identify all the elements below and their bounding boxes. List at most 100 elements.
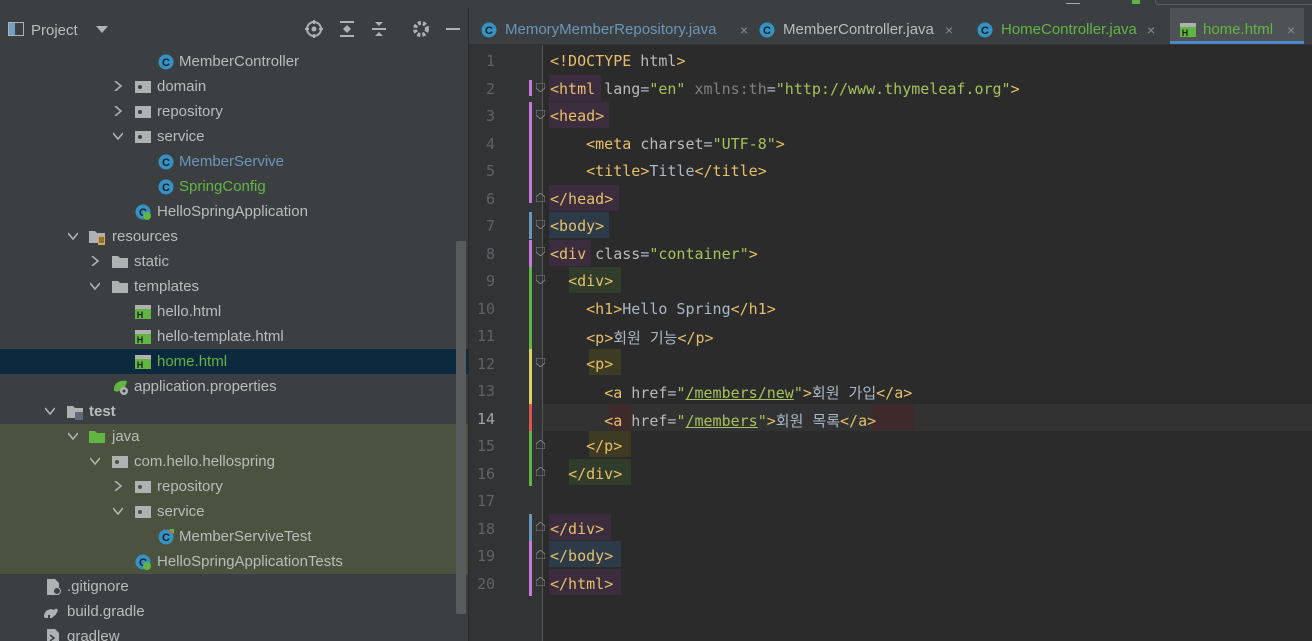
chevron-right-icon[interactable] — [113, 81, 123, 91]
tab-home-controller[interactable]: C HomeController.java × — [977, 8, 1173, 44]
tree-row[interactable]: C MemberController — [0, 49, 468, 74]
tree-row[interactable]: test — [0, 399, 468, 424]
html-scope-bar — [529, 80, 532, 96]
chevron-right-icon[interactable] — [113, 106, 123, 116]
code-line[interactable]: </div> — [550, 520, 604, 538]
fold-icon[interactable] — [536, 110, 545, 119]
tree-row[interactable]: application.properties — [0, 374, 468, 399]
spring-boot-class-icon: C — [135, 204, 151, 220]
code-line[interactable]: <div> — [550, 272, 613, 290]
code-line[interactable]: <body> — [550, 217, 604, 235]
close-icon[interactable]: × — [945, 8, 953, 52]
chevron-right-icon[interactable] — [90, 256, 100, 266]
tab-member-controller[interactable]: C MemberController.java × — [759, 8, 965, 44]
body-scope-bar — [529, 212, 532, 239]
close-icon[interactable]: × — [1147, 8, 1155, 52]
tree-row[interactable]: C MemberServive — [0, 149, 468, 174]
html-file-icon: H — [135, 355, 151, 370]
code-line[interactable]: </head> — [550, 190, 613, 208]
hide-panel-icon[interactable] — [443, 19, 463, 39]
code-line[interactable]: </p> — [550, 437, 622, 455]
code-line[interactable]: <title>Title</title> — [550, 162, 767, 180]
fold-icon[interactable] — [536, 440, 545, 449]
chevron-right-icon[interactable] — [113, 481, 123, 491]
chevron-down-icon[interactable] — [68, 231, 78, 241]
tree-row[interactable]: C MemberServiveTest — [0, 524, 468, 549]
fold-icon[interactable] — [536, 220, 545, 229]
fold-icon[interactable] — [536, 247, 545, 256]
fold-icon[interactable] — [536, 522, 545, 531]
close-icon[interactable]: × — [1287, 8, 1295, 52]
tree-scrollbar[interactable] — [456, 241, 466, 614]
code-line[interactable]: <div class="container"> — [550, 245, 758, 263]
project-panel-title[interactable]: Project — [31, 22, 78, 39]
class-icon: C — [759, 22, 775, 38]
chevron-down-icon[interactable] — [68, 431, 78, 441]
tab-memory-member-repository[interactable]: C MemoryMemberRepository.java × — [481, 8, 751, 44]
locate-file-icon[interactable] — [304, 19, 324, 39]
run-configuration-selector[interactable] — [1155, 0, 1312, 5]
code-line[interactable]: </body> — [550, 547, 613, 565]
tree-row[interactable]: domain — [0, 74, 468, 99]
fold-icon[interactable] — [536, 550, 545, 559]
fold-icon[interactable] — [536, 83, 545, 92]
tree-row[interactable]: repository — [0, 99, 468, 124]
package-icon — [135, 81, 151, 93]
code-line-current[interactable]: <a href="/members">회원 목록</a> — [550, 410, 876, 431]
chevron-down-icon[interactable] — [90, 456, 100, 466]
tree-row[interactable]: .gitignore — [0, 574, 468, 599]
gear-icon[interactable] — [411, 19, 431, 39]
vcs-update-icon[interactable] — [1132, 0, 1140, 4]
code-line[interactable]: <meta charset="UTF-8"> — [550, 135, 785, 153]
code-line[interactable]: <p>회원 기능</p> — [550, 327, 713, 348]
chevron-down-icon[interactable] — [113, 506, 123, 516]
package-icon — [135, 506, 151, 518]
expand-all-icon[interactable] — [337, 19, 357, 39]
chevron-down-icon[interactable] — [90, 281, 100, 291]
line-number: 5 — [485, 162, 495, 180]
code-line[interactable]: <h1>Hello Spring</h1> — [550, 300, 776, 318]
code-line[interactable]: <!DOCTYPE html> — [550, 52, 685, 70]
fold-icon[interactable] — [536, 275, 545, 284]
tree-row[interactable]: resources — [0, 224, 468, 249]
tree-item-label: java — [112, 428, 140, 445]
fold-icon[interactable] — [536, 358, 545, 367]
tree-item-label: domain — [157, 78, 207, 95]
fold-icon[interactable] — [536, 577, 545, 586]
chevron-down-icon[interactable] — [45, 406, 55, 416]
tree-row-selected[interactable]: H home.html — [0, 349, 468, 374]
tree-row[interactable]: H hello.html — [0, 299, 468, 324]
tree-row[interactable]: build.gradle — [0, 599, 468, 624]
tree-row[interactable]: static — [0, 249, 468, 274]
code-line[interactable]: </html> — [550, 575, 613, 593]
project-window-icon[interactable] — [8, 22, 24, 36]
code-line[interactable]: <a href="/members/new">회원 가입</a> — [550, 382, 912, 403]
tab-home-html[interactable]: H home.html × — [1170, 8, 1304, 44]
project-panel-header: Project — [0, 8, 468, 44]
code-line[interactable]: <p> — [550, 355, 613, 373]
tree-row[interactable]: C HelloSpringApplication — [0, 199, 468, 224]
tree-item-label: resources — [112, 228, 178, 245]
tree-row[interactable]: templates — [0, 274, 468, 299]
fold-icon[interactable] — [536, 193, 545, 202]
code-line[interactable]: </div> — [550, 465, 622, 483]
tree-row[interactable]: C SpringConfig — [0, 174, 468, 199]
chevron-down-icon[interactable] — [113, 131, 123, 141]
code-line[interactable]: <head> — [550, 107, 604, 125]
tree-row[interactable]: repository — [0, 474, 468, 499]
close-icon[interactable]: × — [740, 8, 748, 52]
tree-row[interactable]: service — [0, 124, 468, 149]
tree-row[interactable]: service — [0, 499, 468, 524]
chevron-down-icon[interactable] — [96, 26, 108, 34]
class-icon: C — [481, 22, 497, 38]
fold-icon[interactable] — [536, 467, 545, 476]
code-line[interactable]: <html lang="en" xmlns:th="http://www.thy… — [550, 80, 1020, 98]
tree-item-label: HelloSpringApplicationTests — [157, 553, 343, 570]
tree-row[interactable]: gradlew — [0, 624, 468, 641]
tree-item-label: repository — [157, 103, 223, 120]
tree-row[interactable]: H hello-template.html — [0, 324, 468, 349]
tree-row[interactable]: java — [0, 424, 468, 449]
collapse-all-icon[interactable] — [369, 19, 389, 39]
tree-row[interactable]: com.hello.hellospring — [0, 449, 468, 474]
tree-row[interactable]: C HelloSpringApplicationTests — [0, 549, 468, 574]
